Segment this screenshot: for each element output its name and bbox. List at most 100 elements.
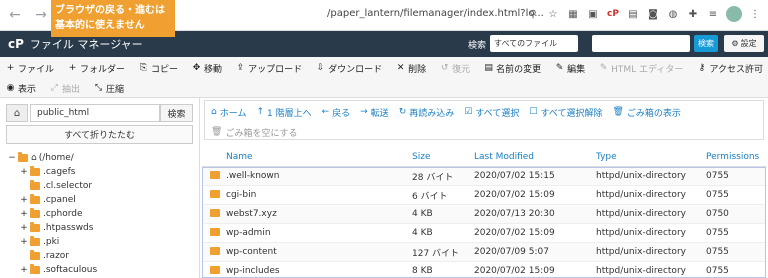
toolbar-button-3[interactable]: ✥ 移動 [192,62,222,75]
toolbar-button-10[interactable]: ✎ HTML エディター [599,62,684,75]
tree-toggle-icon[interactable]: + [20,209,28,219]
tree-toggle-icon[interactable]: + [20,265,28,275]
toolbar-row-secondary: ◉ 表示 ⤢ 抽出 ⤡ 圧縮 [6,78,124,98]
folder-icon [210,246,220,255]
toolbar-label: アクセス許可 [709,64,763,75]
toolbar-button-11[interactable]: ⚷ アクセス許可 [697,62,763,75]
tree-item[interactable]: − ⌂ (/home/ [8,151,196,165]
tree-toggle-icon[interactable]: + [20,167,28,177]
toolbar-button-9[interactable]: ✎ 編集 [555,62,585,75]
search-input[interactable] [592,35,690,52]
toolbar-button-6[interactable]: ✕ 削除 [396,62,426,75]
file-permissions: 0755 [706,266,729,276]
toolbar-label: 削除 [408,64,427,75]
settings-button[interactable]: ⚙ 設定 [724,35,764,52]
tree-toggle-icon[interactable]: + [20,237,28,247]
more-icon[interactable]: ⋮ [748,7,762,21]
column-type[interactable]: Type [596,152,706,162]
nav-action-0[interactable]: ⌂ ホーム [211,106,246,119]
column-name[interactable]: Name [226,152,412,162]
folder-icon [210,189,220,198]
nav-action-3[interactable]: → 転送 [360,106,389,119]
folder-icon [30,194,40,204]
camera-icon[interactable]: ◙ [646,7,660,21]
file-name: wp-content [226,247,277,257]
toolbar-button-0[interactable]: ◉ 表示 [6,82,36,95]
puzzle-icon[interactable]: ✚ [686,7,700,21]
directory-tree-panel: ⌂ public_html 検索 すべて折りたたむ − ⌂ (/home/+ .cag… [0,98,200,278]
table-row[interactable]: wp-content 127 バイト 2020/07/09 5:07 httpd/un… [202,243,766,262]
nav-action-2[interactable]: ← 戻る [322,106,351,119]
search-button[interactable]: 検索 [694,35,718,52]
toolbar-button-1[interactable]: ⤢ 抽出 [50,82,80,95]
toolbar-label: ファイル [18,64,55,75]
table-row[interactable]: wp-admin 4 KB 2020/07/02 15:09 httpd/unix-d… [202,224,766,243]
tree-item[interactable]: .razor [8,249,196,263]
tree-toggle-icon[interactable]: + [20,195,28,205]
toolbar-icon: ✥ [192,63,201,73]
nav-action-label: すべて選択 [475,108,520,119]
collapse-all-button[interactable]: すべて折りたたむ [6,125,193,144]
toolbar-button-0[interactable]: + ファイル [6,62,54,75]
browser-nav: ← → [4,4,52,26]
page-title: ファイル マネージャー [29,38,143,51]
table-row[interactable]: webst7.xyz 4 KB 2020/07/13 20:30 httpd/unix… [202,205,766,224]
toolbar-button-1[interactable]: + フォルダー [68,62,125,75]
home-button[interactable]: ⌂ [6,104,28,122]
table-row[interactable]: cgi-bin 6 バイト 2020/07/02 15:09 httpd/unix-d… [202,186,766,205]
tree-item[interactable]: + .pki [8,235,196,249]
tree-toggle-icon[interactable]: + [20,223,28,233]
avatar[interactable] [726,6,742,22]
nav-action-label: 転送 [370,108,389,119]
toolbar-label: 移動 [204,64,223,75]
file-size: 8 KB [412,266,433,276]
column-permissions[interactable]: Permissions [706,152,766,162]
extension-icon[interactable]: ▤ [626,7,640,21]
table-row[interactable]: .well-known 28 バイト 2020/07/02 15:15 httpd/u… [202,167,766,186]
extension-icon[interactable]: ◍ [666,7,680,21]
extension-icon[interactable]: ▦ [566,7,580,21]
column-size[interactable]: Size [412,152,474,162]
extension-icon[interactable]: ▣ [586,7,600,21]
forward-icon[interactable]: → [30,4,52,26]
folder-icon [30,166,40,176]
file-permissions: 0750 [706,209,729,219]
directory-tree: − ⌂ (/home/ + .cagefs .cl.selector + .cpanel + .c… [8,151,196,278]
column-last-modified[interactable]: Last Modified [474,152,596,162]
search-icon[interactable]: ⚲ [526,7,540,21]
tree-item[interactable]: + .cagefs [8,165,196,179]
back-icon[interactable]: ← [4,4,26,26]
address-bar[interactable]: /paper_lantern/filemanager/index.html?lo… [327,8,544,19]
toolbar-button-8[interactable]: ▤ 名前の変更 [484,62,541,75]
table-row[interactable]: wp-includes 8 KB 2020/07/02 15:09 httpd/uni… [202,262,766,278]
nav-action-label: すべて選択解除 [540,108,603,119]
nav-action-5[interactable]: ☑ すべて選択 [464,106,519,119]
tree-item[interactable]: + .cpanel [8,193,196,207]
nav-action-6[interactable]: ☐ すべて選択解除 [529,106,602,119]
nav-action-7[interactable]: 🗑 ごみ箱の表示 [612,106,680,119]
toolbar-icon: ✎ [555,63,564,73]
home-icon: ⌂ [31,153,37,163]
nav-action-4[interactable]: ↻ 再読み込み [399,106,455,119]
toolbar-button-2[interactable]: ⤡ 圧縮 [94,82,124,95]
path-input[interactable]: public_html [30,104,160,122]
star-icon[interactable]: ☆ [546,7,560,21]
tree-toggle-icon[interactable]: − [8,153,16,163]
go-button[interactable]: 検索 [160,104,193,122]
media-icon[interactable]: ≡ [706,7,720,21]
tree-item-label: .razor [43,251,70,261]
tree-item[interactable]: + .softaculous [8,263,196,277]
file-name: cgi-bin [226,190,257,200]
tree-item[interactable]: + .cphorde [8,207,196,221]
cpanel-extension-icon[interactable]: cP [606,7,620,21]
nav-action-1[interactable]: ↑ 1 階層上へ [256,106,311,119]
tree-item[interactable]: .cl.selector [8,179,196,193]
search-scope-select[interactable]: すべてのファイル [490,35,578,52]
toolbar-button-2[interactable]: ⎘ コピー [139,62,178,75]
toolbar-button-7[interactable]: ↺ 復元 [440,62,470,75]
nav-action-icon: ☑ [464,107,473,117]
toolbar-button-4[interactable]: ⇪ アップロード [236,62,302,75]
tree-item[interactable]: + .htpasswds [8,221,196,235]
toolbar-button-5[interactable]: ⇩ ダウンロード [316,62,382,75]
nav-action-0[interactable]: 🗑 ごみ箱を空にする [211,126,298,139]
